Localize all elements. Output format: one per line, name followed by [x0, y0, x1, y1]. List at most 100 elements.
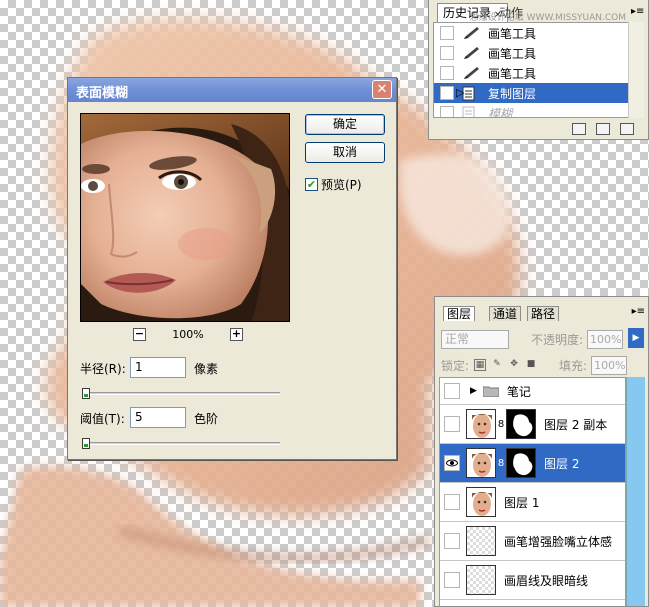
history-source-box[interactable] [440, 26, 454, 40]
layer-thumbnail-transparent [466, 565, 496, 595]
threshold-input[interactable]: 5 [130, 407, 186, 428]
history-item-dimmed[interactable]: 模糊 [434, 103, 628, 118]
cancel-button[interactable]: 取消 [305, 142, 385, 163]
lock-all-icon[interactable]: ■ [525, 359, 537, 371]
visibility-toggle[interactable] [444, 494, 460, 510]
tab-paths[interactable]: 路径 [527, 306, 560, 321]
opacity-label: 不透明度: [531, 332, 584, 347]
preview-label: 预览(P) [321, 178, 362, 192]
checkmark-icon[interactable]: ✔ [305, 178, 318, 191]
layers-list: ▶ 笔记 8 图层 2 副本 8 图层 2 图层 1 画笔增强脸嘴立体感 画眉线… [439, 377, 626, 606]
threshold-slider[interactable] [82, 438, 280, 449]
lock-row: 锁定: ▦ ✎ ✥ ■ 填充: 100% [441, 355, 646, 375]
history-list: 画笔工具 画笔工具 画笔工具 ▷ 复制图层 模糊 [433, 22, 629, 118]
lock-label: 锁定: [441, 358, 470, 373]
layer-row[interactable]: 8 图层 2 副本 [440, 405, 625, 444]
visibility-toggle[interactable] [444, 533, 460, 549]
layer-row-selected[interactable]: 8 图层 2 [440, 444, 625, 483]
zoom-value: 100% [172, 327, 204, 341]
zoom-out-button[interactable]: − [133, 327, 146, 341]
tab-layers[interactable]: 图层 [443, 306, 476, 321]
radius-unit: 像素 [194, 362, 219, 376]
lock-move-icon[interactable]: ✥ [508, 359, 520, 371]
history-item-label: 复制图层 [488, 86, 537, 101]
history-source-box[interactable] [440, 86, 454, 100]
history-bottombar [429, 119, 648, 139]
history-item-label: 画笔工具 [488, 66, 537, 81]
eye-icon [446, 459, 458, 467]
filter-preview-image[interactable] [80, 113, 290, 322]
layer-name: 画眉线及眼暗线 [504, 573, 589, 588]
radius-slider[interactable] [82, 388, 280, 399]
panel-menu-icon[interactable]: ▸≡ [631, 5, 644, 18]
radius-input[interactable]: 1 [130, 357, 186, 378]
link-icon[interactable]: 8 [496, 458, 506, 469]
panel-menu-icon[interactable]: ▸≡ [632, 306, 645, 317]
link-icon[interactable]: 8 [496, 419, 506, 430]
visibility-toggle[interactable] [444, 572, 460, 588]
layer-mask-thumbnail[interactable] [506, 409, 536, 439]
layer-thumbnail [466, 409, 496, 439]
history-panel: 历史记录 × 动作 思缘设计论坛 WWW.MISSYUAN.COM ▸≡ 画笔工具… [428, 0, 649, 140]
visibility-toggle[interactable] [444, 416, 460, 432]
ok-button[interactable]: 确定 [305, 114, 385, 135]
preview-checkbox[interactable]: ✔ 预览(P) [305, 176, 362, 193]
history-item-selected[interactable]: ▷ 复制图层 [434, 83, 628, 103]
close-icon[interactable]: ✕ [372, 80, 392, 99]
dialog-title: 表面模糊 [76, 86, 129, 101]
layer-group-row[interactable]: ▶ 笔记 [440, 378, 625, 405]
layer-mask-thumbnail[interactable] [506, 448, 536, 478]
history-scrollbar[interactable] [628, 22, 644, 118]
history-state-slider-icon[interactable]: ▷ [456, 86, 464, 99]
new-snapshot-icon[interactable] [596, 123, 610, 135]
brush-icon [462, 25, 482, 41]
history-item[interactable]: 画笔工具 [434, 43, 628, 63]
document-icon [462, 105, 482, 117]
layer-row[interactable]: 画眉线及眼暗线 [440, 561, 625, 600]
dialog-titlebar[interactable]: 表面模糊 ✕ [68, 78, 396, 102]
layer-row[interactable]: 画笔增强脸嘴立体感 [440, 522, 625, 561]
opacity-arrow-icon[interactable]: ▶ [628, 328, 644, 348]
tab-channels[interactable]: 通道 [489, 306, 522, 321]
threshold-label: 阈值(T): [80, 412, 125, 426]
layers-tabbar: 图层 通道 路径 ▸≡ [435, 297, 648, 321]
history-item[interactable]: 画笔工具 [434, 23, 628, 43]
visibility-toggle[interactable] [444, 383, 460, 399]
layer-name: 笔记 [506, 384, 531, 399]
threshold-slider-thumb[interactable] [82, 438, 90, 449]
layer-thumbnail [466, 448, 496, 478]
history-source-box[interactable] [440, 66, 454, 80]
history-item[interactable]: 画笔工具 [434, 63, 628, 83]
opacity-input[interactable]: 100% [587, 329, 624, 349]
layer-name: 画笔增强脸嘴立体感 [504, 534, 613, 549]
history-item-label: 画笔工具 [488, 26, 537, 41]
lock-transparency-icon[interactable]: ▦ [474, 359, 487, 371]
lock-brush-icon[interactable]: ✎ [491, 359, 503, 371]
zoom-in-button[interactable]: + [229, 327, 243, 341]
brush-icon [462, 45, 482, 61]
visibility-toggle[interactable] [444, 455, 460, 471]
new-document-from-state-icon[interactable] [572, 123, 586, 135]
threshold-unit: 色阶 [194, 412, 219, 426]
layer-thumbnail-transparent [466, 526, 496, 556]
expand-arrow-icon[interactable]: ▶ [470, 386, 477, 396]
history-source-box[interactable] [440, 106, 454, 117]
layers-scrollbar[interactable] [626, 377, 645, 606]
face-image [81, 114, 289, 321]
layers-panel: 图层 通道 路径 ▸≡ 正常 不透明度: 100% ▶ 锁定: ▦ ✎ ✥ ■ … [434, 296, 649, 607]
zoom-controls: − 100% + [133, 326, 243, 342]
blend-mode-select[interactable]: 正常 [441, 329, 509, 349]
radius-slider-thumb[interactable] [82, 388, 90, 399]
history-source-box[interactable] [440, 46, 454, 60]
history-tabbar: 历史记录 × 动作 思缘设计论坛 WWW.MISSYUAN.COM ▸≡ [429, 0, 648, 23]
history-item-label: 画笔工具 [488, 46, 537, 61]
layer-row[interactable]: 图层 1 [440, 483, 625, 522]
trash-icon[interactable] [620, 123, 634, 135]
folder-icon [482, 386, 499, 397]
document-icon [462, 85, 482, 101]
history-item-label: 模糊 [488, 106, 513, 118]
brush-icon [462, 65, 482, 81]
fill-input[interactable]: 100% [591, 355, 628, 375]
surface-blur-dialog: 表面模糊 ✕ − 100% + 确定 取消 ✔ 预览(P) 半径(R): 1 像… [67, 77, 397, 460]
fill-label: 填充: [559, 358, 588, 373]
